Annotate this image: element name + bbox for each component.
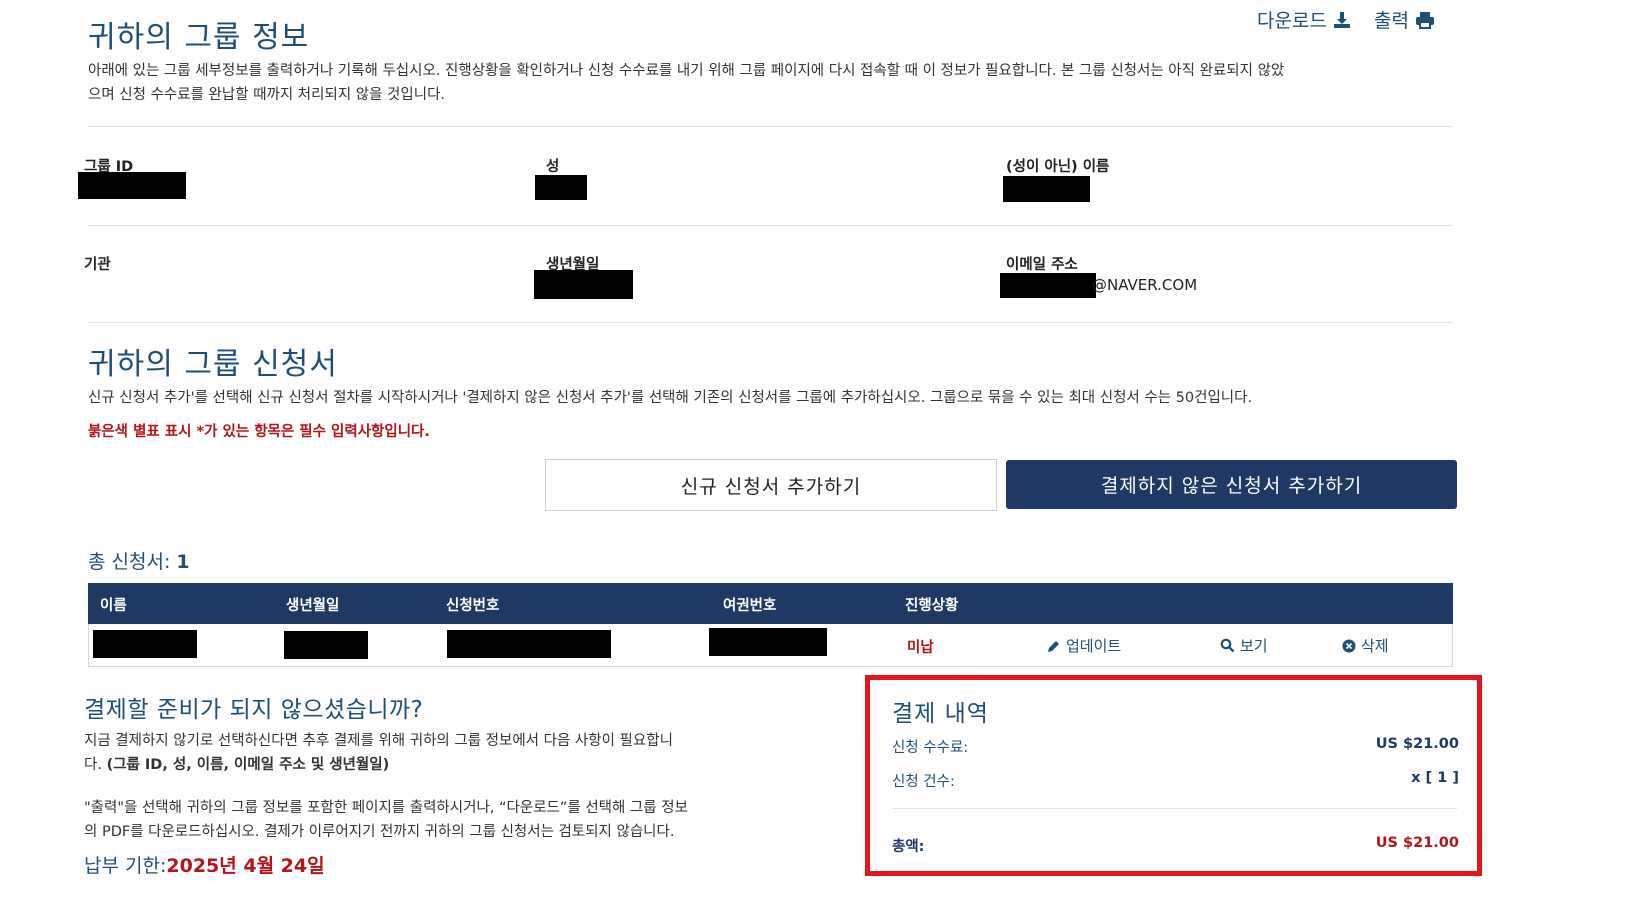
given-name-value-redacted [1003,176,1090,202]
download-label: 다운로드 [1257,10,1327,32]
not-ready-para2-line2: 의 PDF를 다운로드하십시오. 결제가 이루어지기 전까지 귀하의 그룹 신청… [84,824,675,840]
divider [88,225,1453,226]
group-info-desc-line2: 으며 신청 수수료를 완납할 때까지 처리되지 않을 것입니다. [88,87,446,103]
total-amount-value: US $21.00 [1375,835,1459,851]
group-info-title: 귀하의 그룹 정보 [88,20,310,55]
column-header-name: 이름 [100,598,127,614]
total-applications-count: 1 [176,551,190,573]
download-link[interactable]: 다운로드 [1257,6,1351,33]
print-label: 출력 [1374,10,1409,32]
payment-deadline: 납부 기한:2025년 4월 24일 [84,851,325,878]
group-info-desc-line1: 아래에 있는 그룹 세부정보를 출력하거나 기록해 두십시오. 진행상황을 확인… [88,63,1285,79]
print-link[interactable]: 출력 [1374,6,1435,33]
birthdate-value-redacted [534,270,633,299]
surname-value-redacted [535,175,587,200]
column-header-status: 진행상황 [905,598,959,614]
not-ready-para1-line1: 지금 결제하지 않기로 선택하신다면 추후 결제를 위해 귀하의 그룹 정보에서… [84,733,673,749]
birthdate-cell-redacted [284,631,368,659]
application-number-cell-redacted [447,630,611,658]
divider [88,322,1453,323]
application-fee-label: 신청 수수료: [892,740,969,756]
column-header-application-number: 신청번호 [446,598,500,614]
not-ready-para1-prefix: 다. [84,757,107,773]
search-icon [1220,638,1235,653]
applications-description: 신규 신청서 추가'를 선택해 신규 신청서 절차를 시작하시거나 '결제하지 … [88,390,1253,406]
view-label: 보기 [1240,637,1268,655]
payment-summary-box: 결제 내역 신청 수수료: US $21.00 신청 건수: x [ 1 ] 총… [865,675,1482,876]
divider [88,126,1453,127]
update-label: 업데이트 [1066,637,1122,655]
payment-deadline-value: 2025년 4월 24일 [166,855,325,877]
view-link[interactable]: 보기 [1220,635,1268,656]
download-icon [1333,11,1350,28]
name-cell-redacted [93,630,197,658]
not-ready-paragraph-1: 지금 결제하지 않기로 선택하신다면 추후 결제를 위해 귀하의 그룹 정보에서… [84,729,774,777]
not-ready-title: 결제할 준비가 되지 않으셨습니까? [84,697,424,723]
total-amount-label: 총액: [892,839,925,855]
passport-number-cell-redacted [709,628,827,656]
total-applications-label: 총 신청서: [88,551,171,573]
required-note: 붉은색 별표 표시 *가 있는 항목은 필수 입력사항입니다. [88,424,430,440]
delete-link[interactable]: 삭제 [1342,635,1389,656]
applications-table-header: 이름 생년월일 신청번호 여권번호 진행상황 [88,583,1453,624]
not-ready-para1-line2: 다. (그룹 ID, 성, 이름, 이메일 주소 및 생년월일) [84,753,774,777]
delete-label: 삭제 [1361,637,1389,655]
payment-deadline-label: 납부 기한: [84,855,167,877]
not-ready-para2-line1: "출력"을 선택해 귀하의 그룹 정보를 포함한 페이지를 출력하시거나, “다… [84,800,688,816]
email-domain: @NAVER.COM [1092,276,1198,294]
email-local-part-redacted [1000,273,1096,298]
add-new-application-button[interactable]: 신규 신청서 추가하기 [545,459,997,511]
email-label: 이메일 주소 [1006,257,1078,273]
close-circle-icon [1342,639,1356,652]
column-header-birthdate: 생년월일 [286,598,340,614]
group-id-value-redacted [78,172,186,199]
application-fee-value: US $21.00 [1375,736,1459,752]
applications-title: 귀하의 그룹 신청서 [88,347,338,382]
group-info-description: 아래에 있는 그룹 세부정보를 출력하거나 기록해 두십시오. 진행상황을 확인… [88,59,1458,107]
status-badge: 미납 [907,640,934,656]
surname-label: 성 [546,159,560,175]
application-count-value: x [ 1 ] [1411,770,1459,786]
application-count-label: 신청 건수: [892,774,955,790]
print-icon [1415,11,1434,29]
given-name-label: (성이 아닌) 이름 [1006,159,1110,175]
divider [892,808,1457,809]
institution-label: 기관 [84,257,111,273]
total-applications: 총 신청서: 1 [88,547,190,574]
add-unpaid-application-button[interactable]: 결제하지 않은 신청서 추가하기 [1006,460,1457,509]
column-header-passport-number: 여권번호 [723,598,777,614]
required-info-list: (그룹 ID, 성, 이름, 이메일 주소 및 생년월일) [106,757,390,773]
payment-summary-title: 결제 내역 [892,701,989,727]
update-link[interactable]: 업데이트 [1047,635,1121,656]
table-row: 미납 업데이트 보기 삭제 [88,624,1453,667]
pencil-icon [1048,640,1059,652]
not-ready-paragraph-2: "출력"을 선택해 귀하의 그룹 정보를 포함한 페이지를 출력하시거나, “다… [84,796,774,844]
